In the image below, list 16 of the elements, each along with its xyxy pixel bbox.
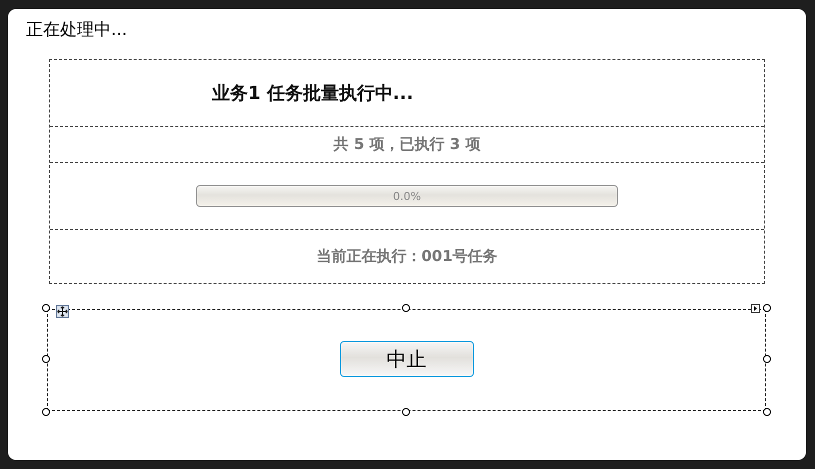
- resize-handle[interactable]: [763, 355, 771, 363]
- smart-tag-icon[interactable]: [751, 304, 760, 313]
- progress-reading: 0.0%: [393, 190, 421, 202]
- task-heading: 业务1 任务批量执行中...: [212, 82, 414, 105]
- resize-handle[interactable]: [763, 408, 771, 416]
- resize-handle[interactable]: [42, 408, 50, 416]
- resize-handle[interactable]: [402, 304, 410, 312]
- resize-handle[interactable]: [42, 304, 50, 312]
- resize-handle[interactable]: [402, 408, 410, 416]
- task-summary: 共 5 项，已执行 3 项: [334, 135, 480, 154]
- resize-handle[interactable]: [42, 355, 50, 363]
- move-icon[interactable]: [56, 305, 69, 318]
- current-task: 当前正在执行：001号任务: [316, 247, 498, 266]
- stop-button[interactable]: 中止: [340, 341, 474, 377]
- window-title: 正在处理中...: [26, 19, 128, 42]
- resize-handle[interactable]: [763, 304, 771, 312]
